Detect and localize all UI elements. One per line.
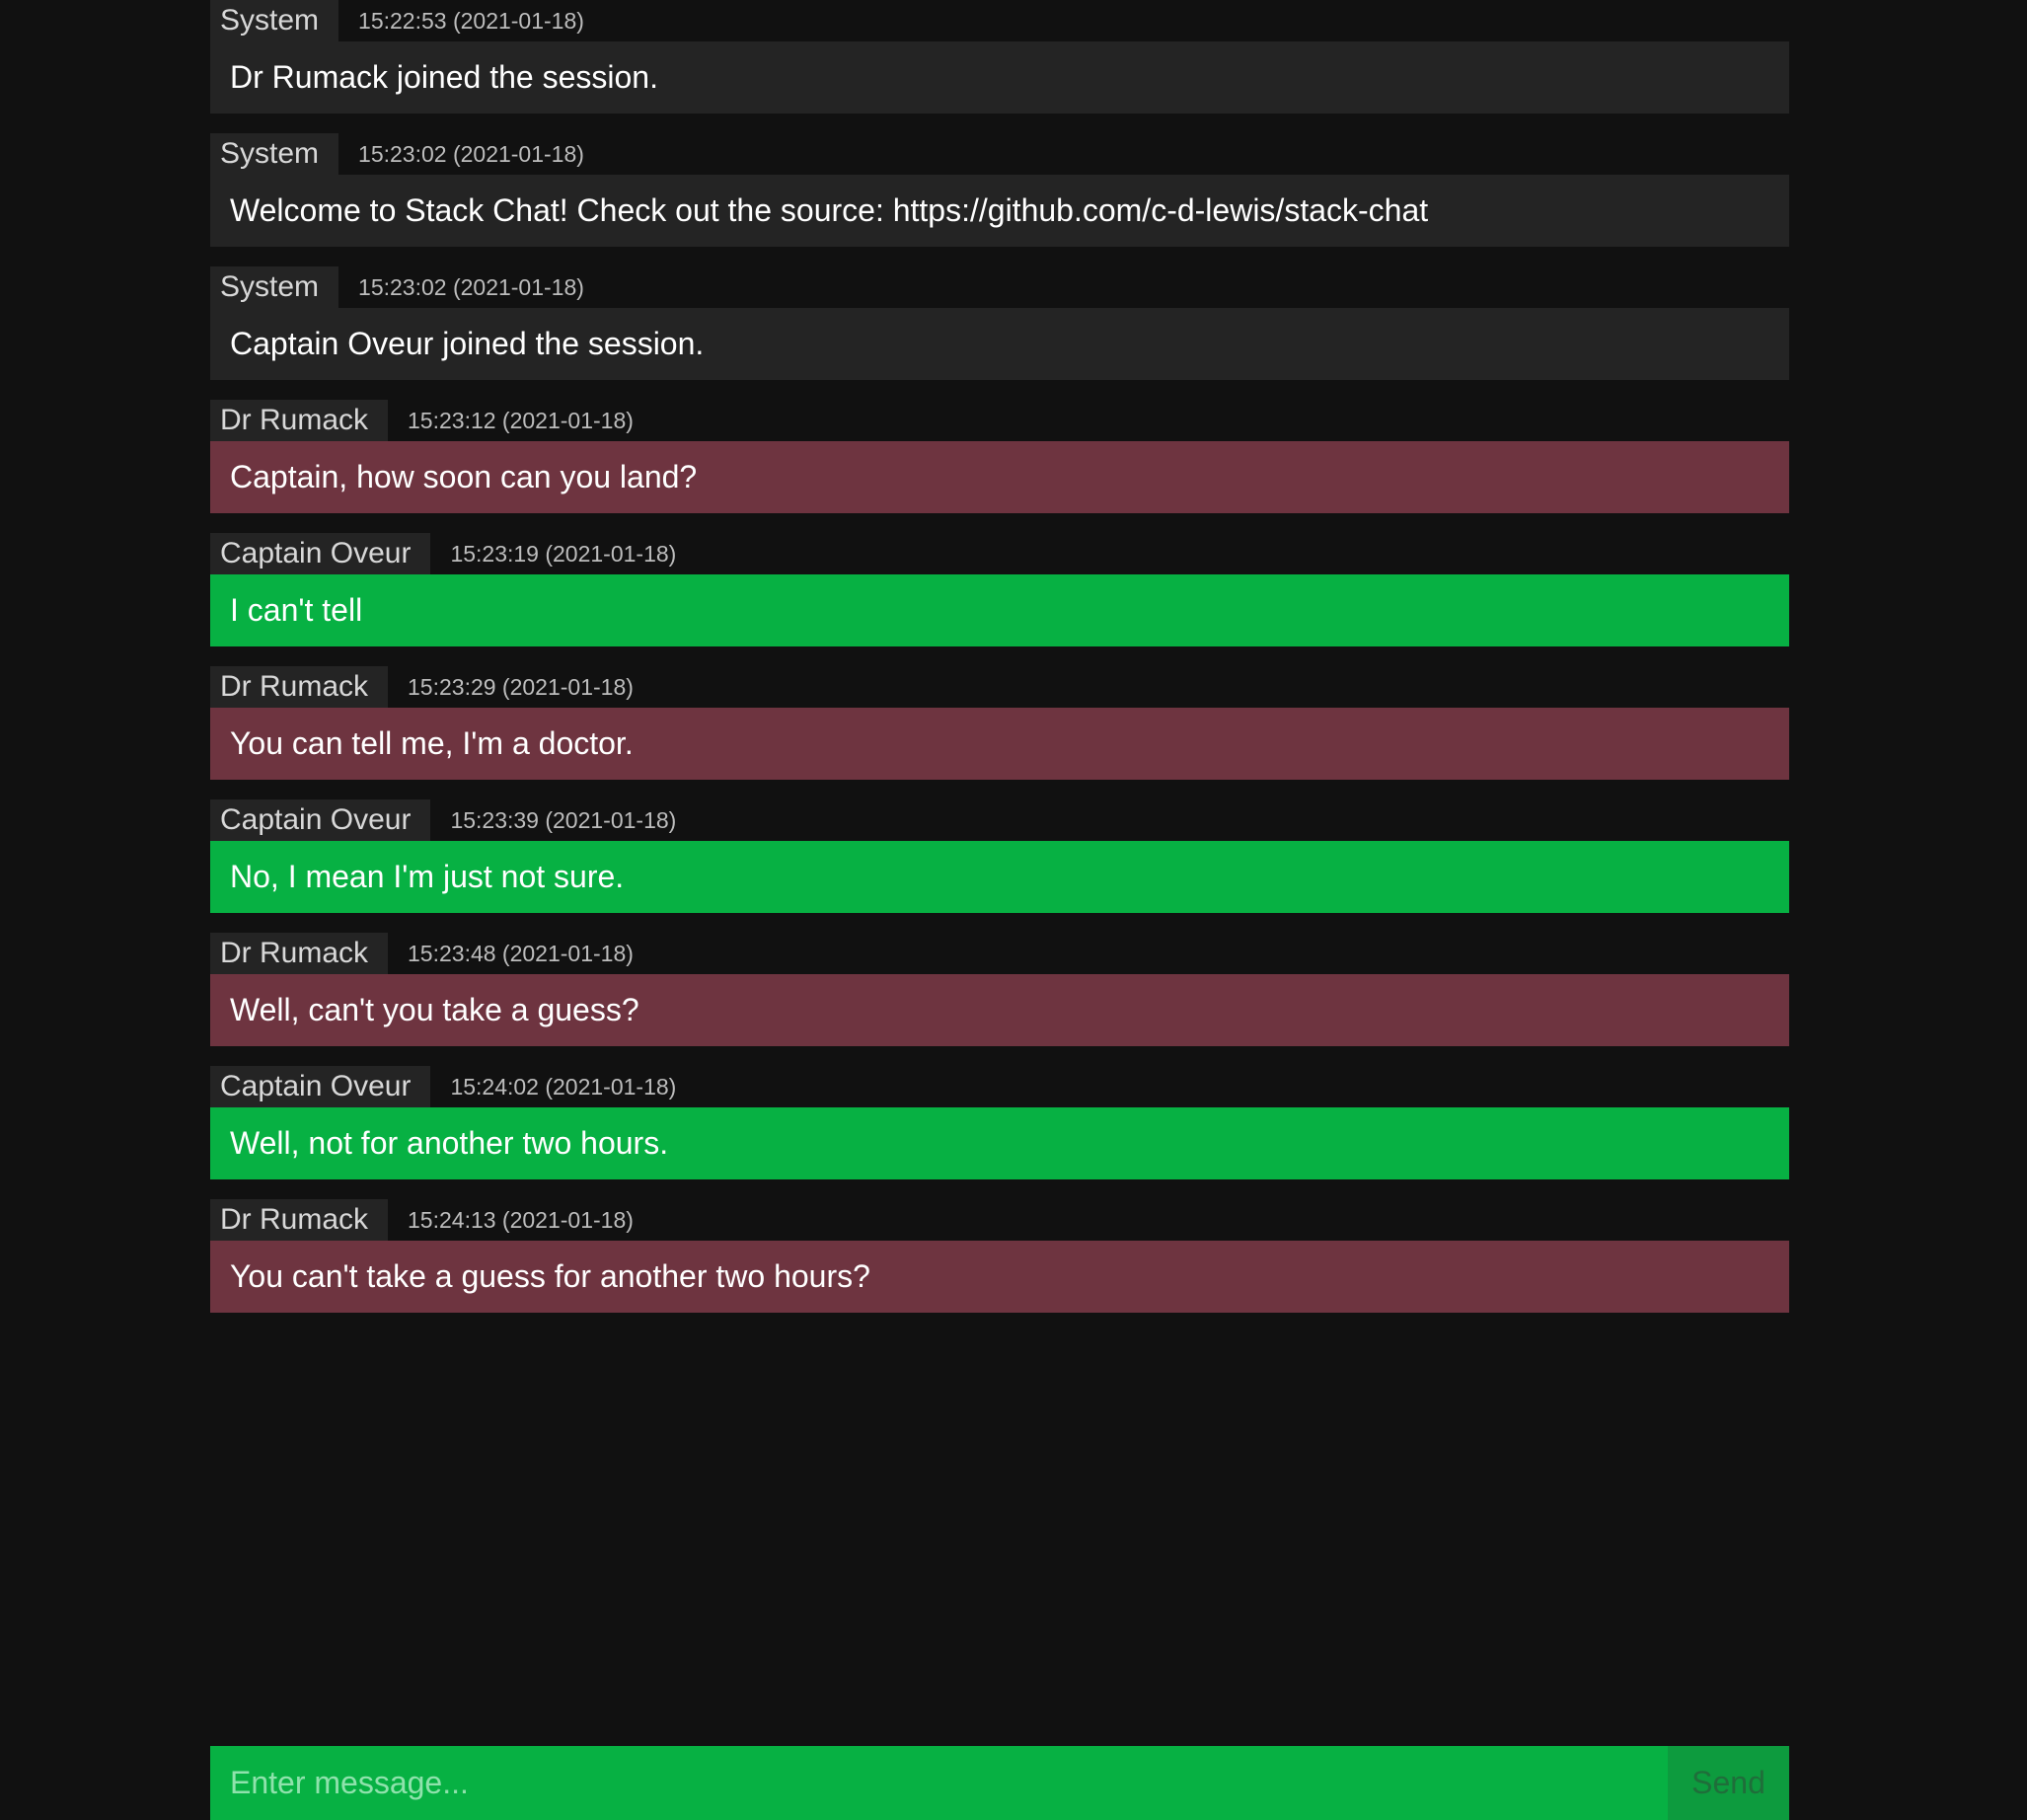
- message-author: Dr Rumack: [210, 933, 389, 974]
- message-header: Dr Rumack 15:23:48 (2021-01-18): [210, 933, 1789, 974]
- message-header: System 15:23:02 (2021-01-18): [210, 133, 1789, 175]
- message-header: Dr Rumack 15:24:13 (2021-01-18): [210, 1199, 1789, 1241]
- message-author: Dr Rumack: [210, 400, 389, 441]
- message-author: System: [210, 266, 339, 308]
- chat-message: System 15:23:02 (2021-01-18) Captain Oveur…: [210, 266, 1789, 380]
- chat-message: Captain Oveur 15:23:19 (2021-01-18) I can'…: [210, 533, 1789, 646]
- message-author: Dr Rumack: [210, 1199, 389, 1241]
- message-text: Well, can't you take a guess?: [210, 974, 1789, 1046]
- message-timestamp: 15:23:29 (2021-01-18): [408, 673, 634, 700]
- message-text: Captain Oveur joined the session.: [210, 308, 1789, 380]
- message-text: Dr Rumack joined the session.: [210, 41, 1789, 114]
- message-header: Dr Rumack 15:23:29 (2021-01-18): [210, 666, 1789, 708]
- message-text: You can tell me, I'm a doctor.: [210, 708, 1789, 780]
- chat-message: Dr Rumack 15:23:29 (2021-01-18) You can te…: [210, 666, 1789, 780]
- message-author: System: [210, 0, 339, 41]
- chat-message: Dr Rumack 15:24:13 (2021-01-18) You can't …: [210, 1199, 1789, 1313]
- message-header: Captain Oveur 15:23:39 (2021-01-18): [210, 799, 1789, 841]
- message-author: System: [210, 133, 339, 175]
- message-text: Welcome to Stack Chat! Check out the sou…: [210, 175, 1789, 247]
- message-input[interactable]: [210, 1746, 1668, 1820]
- message-timestamp: 15:24:02 (2021-01-18): [450, 1073, 677, 1100]
- message-composer: Send: [210, 1746, 1789, 1820]
- chat-message: System 15:22:53 (2021-01-18) Dr Rumack joi…: [210, 0, 1789, 114]
- message-header: Dr Rumack 15:23:12 (2021-01-18): [210, 400, 1789, 441]
- message-author: Captain Oveur: [210, 799, 431, 841]
- message-timestamp: 15:23:02 (2021-01-18): [358, 140, 584, 167]
- message-timestamp: 15:23:19 (2021-01-18): [450, 540, 677, 567]
- chat-log: System 15:22:53 (2021-01-18) Dr Rumack joi…: [210, 0, 1789, 1332]
- message-timestamp: 15:23:12 (2021-01-18): [408, 407, 634, 433]
- message-text: You can't take a guess for another two h…: [210, 1241, 1789, 1313]
- message-header: Captain Oveur 15:23:19 (2021-01-18): [210, 533, 1789, 574]
- message-timestamp: 15:23:39 (2021-01-18): [450, 806, 677, 833]
- message-timestamp: 15:24:13 (2021-01-18): [408, 1206, 634, 1233]
- chat-message: Captain Oveur 15:24:02 (2021-01-18) Well, …: [210, 1066, 1789, 1179]
- message-author: Captain Oveur: [210, 533, 431, 574]
- message-timestamp: 15:23:48 (2021-01-18): [408, 940, 634, 966]
- message-text: No, I mean I'm just not sure.: [210, 841, 1789, 913]
- message-timestamp: 15:23:02 (2021-01-18): [358, 273, 584, 300]
- send-button[interactable]: Send: [1668, 1746, 1789, 1820]
- message-author: Dr Rumack: [210, 666, 389, 708]
- chat-message: Dr Rumack 15:23:48 (2021-01-18) Well, can'…: [210, 933, 1789, 1046]
- message-header: Captain Oveur 15:24:02 (2021-01-18): [210, 1066, 1789, 1107]
- message-header: System 15:22:53 (2021-01-18): [210, 0, 1789, 41]
- message-header: System 15:23:02 (2021-01-18): [210, 266, 1789, 308]
- chat-message: System 15:23:02 (2021-01-18) Welcome to St…: [210, 133, 1789, 247]
- message-timestamp: 15:22:53 (2021-01-18): [358, 7, 584, 34]
- chat-message: Captain Oveur 15:23:39 (2021-01-18) No, I …: [210, 799, 1789, 913]
- message-text: Well, not for another two hours.: [210, 1107, 1789, 1179]
- message-text: I can't tell: [210, 574, 1789, 646]
- message-text: Captain, how soon can you land?: [210, 441, 1789, 513]
- chat-message: Dr Rumack 15:23:12 (2021-01-18) Captain, h…: [210, 400, 1789, 513]
- message-author: Captain Oveur: [210, 1066, 431, 1107]
